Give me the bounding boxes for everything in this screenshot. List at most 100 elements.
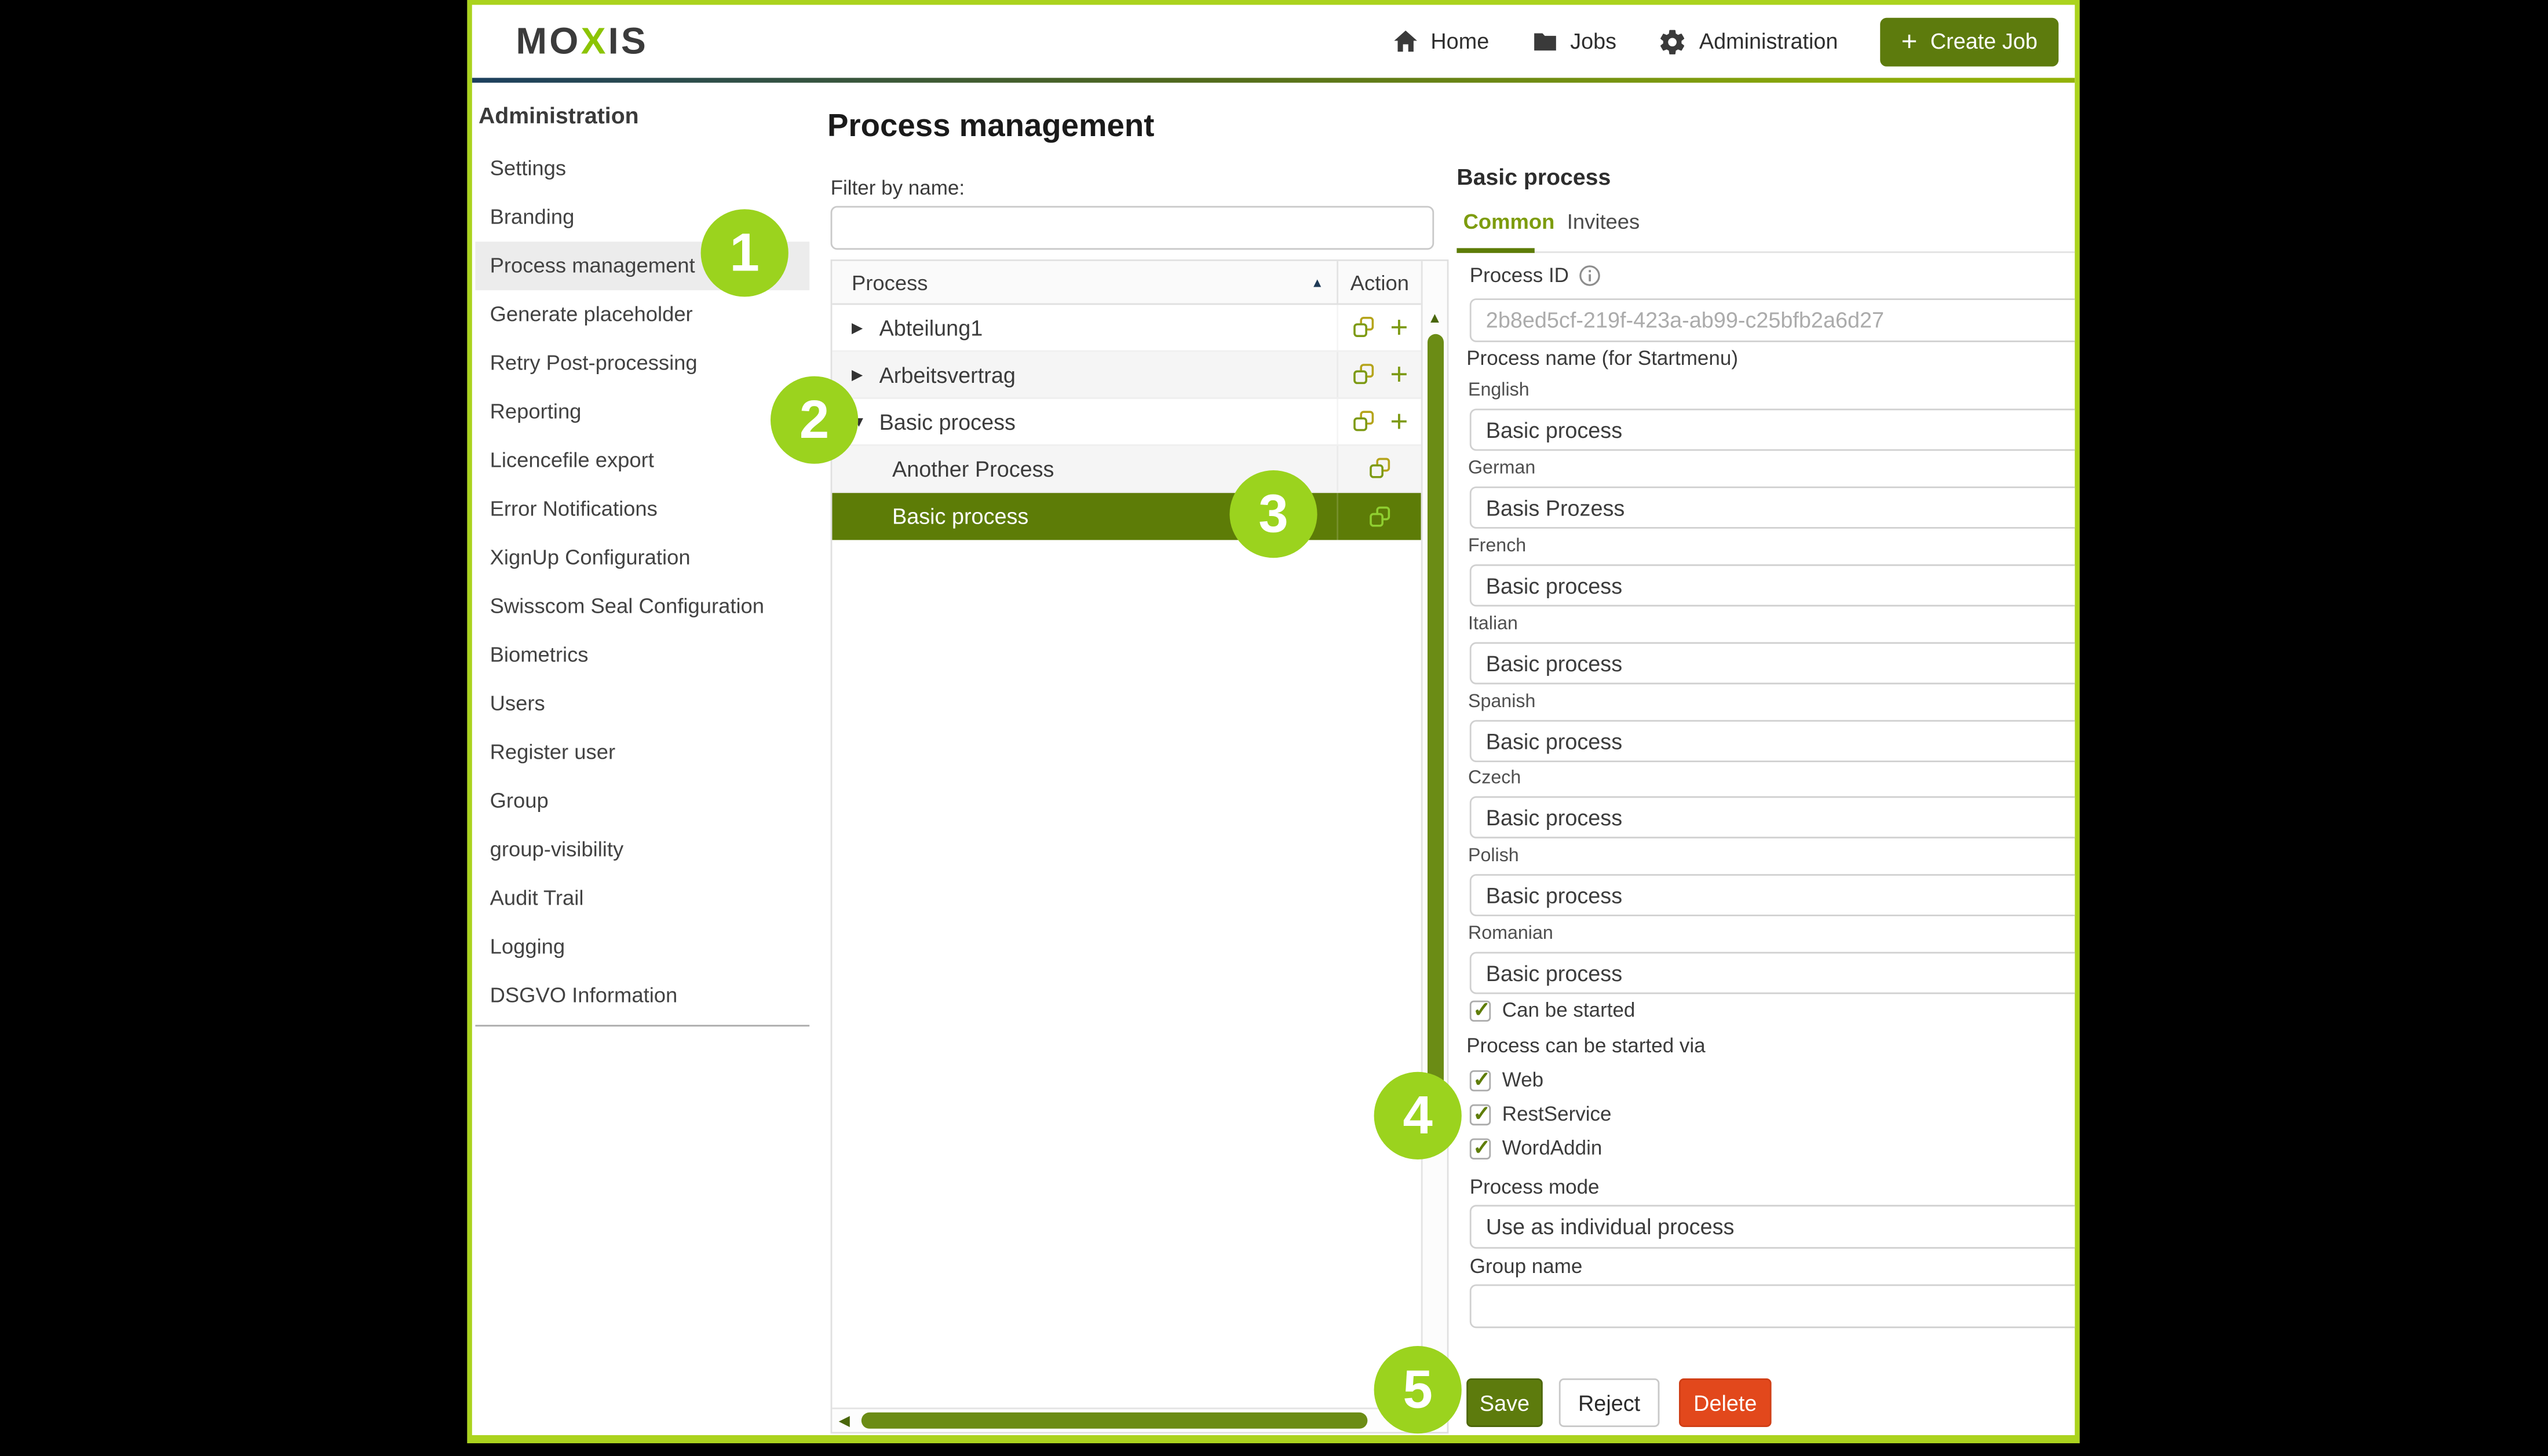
table-header: Process ▲ Action	[832, 261, 1421, 305]
copy-icon[interactable]	[1351, 409, 1377, 435]
expand-icon[interactable]: ▶	[852, 319, 868, 336]
sidebar-item-users[interactable]: Users	[475, 679, 809, 728]
nav-label-home: Home	[1430, 29, 1489, 53]
home-icon	[1392, 28, 1419, 56]
checkbox-checked-icon[interactable]: ✓	[1470, 1137, 1491, 1158]
check-icon: ✓	[1473, 1135, 1491, 1161]
column-header-process[interactable]: Process ▲	[832, 270, 1337, 294]
logo-x-glyph: X	[581, 20, 608, 62]
table-row[interactable]: ▶ Arbeitsvertrag +	[832, 352, 1421, 399]
name-input-german[interactable]	[1470, 486, 2080, 529]
checkbox-checked-icon[interactable]: ✓	[1470, 1070, 1491, 1091]
action-cell: +	[1337, 399, 1421, 444]
sidebar-item-retry-post-processing[interactable]: Retry Post-processing	[475, 339, 809, 387]
sidebar-item-audit-trail[interactable]: Audit Trail	[475, 874, 809, 923]
action-column-label: Action	[1350, 270, 1409, 294]
process-column-label: Process	[852, 270, 928, 294]
scroll-left-icon[interactable]: ◀	[839, 1413, 850, 1431]
language-label-polish: Polish	[1468, 847, 1519, 866]
add-subprocess-icon[interactable]: +	[1390, 359, 1408, 390]
name-input-spanish[interactable]	[1470, 720, 2080, 762]
name-input-polish[interactable]	[1470, 874, 2080, 916]
filter-input[interactable]	[831, 206, 1434, 250]
process-name-cell: ▶ Abteilung1	[832, 316, 1337, 340]
add-subprocess-icon[interactable]: +	[1390, 406, 1408, 437]
annotation-step-3: 3	[1229, 470, 1317, 558]
via-web-checkbox[interactable]: ✓ Web	[1470, 1069, 1543, 1091]
nav-item-jobs[interactable]: Jobs	[1531, 28, 1616, 56]
reject-button[interactable]: Reject	[1559, 1378, 1660, 1427]
language-label-romanian: Romanian	[1468, 924, 1553, 944]
process-name: Basic process	[892, 504, 1028, 529]
copy-icon[interactable]	[1351, 314, 1377, 341]
language-label-spanish: Spanish	[1468, 693, 1535, 712]
language-label-italian: Italian	[1468, 614, 1518, 634]
action-cell: +	[1337, 352, 1421, 397]
copy-icon[interactable]	[1367, 503, 1393, 529]
language-label-english: English	[1468, 381, 1529, 401]
sidebar-item-swisscom-seal-configuration[interactable]: Swisscom Seal Configuration	[475, 582, 809, 631]
add-subprocess-icon[interactable]: +	[1390, 312, 1408, 343]
sidebar-item-register-user[interactable]: Register user	[475, 728, 809, 777]
sidebar-item-reporting[interactable]: Reporting	[475, 387, 809, 436]
sidebar-item-group[interactable]: Group	[475, 777, 809, 825]
table-row[interactable]: ▼ Basic process +	[832, 399, 1421, 446]
process-name: Arbeitsvertrag	[879, 363, 1016, 387]
sidebar-item-dsgvo-information[interactable]: DSGVO Information	[475, 971, 809, 1020]
folder-icon	[1531, 28, 1559, 56]
logo-text: IS	[608, 20, 648, 62]
nav-item-administration[interactable]: Administration	[1659, 27, 1838, 56]
horizontal-scrollbar[interactable]: ◀	[832, 1407, 1421, 1432]
sidebar-item-xignup-configuration[interactable]: XignUp Configuration	[475, 533, 809, 582]
nav-menu: Home Jobs Administration + Create Job	[1392, 5, 2058, 78]
table-row[interactable]: ▶ Abteilung1 +	[832, 305, 1421, 352]
create-job-label: Create Job	[1930, 29, 2038, 53]
nav-item-home[interactable]: Home	[1392, 28, 1489, 56]
scroll-up-icon[interactable]: ▲	[1428, 310, 1442, 326]
delete-button[interactable]: Delete	[1679, 1378, 1772, 1427]
horizontal-scrollbar-thumb[interactable]	[861, 1413, 1368, 1429]
process-name: Abteilung1	[879, 316, 983, 340]
vertical-scrollbar-thumb[interactable]	[1428, 334, 1444, 1092]
checkbox-checked-icon[interactable]: ✓	[1470, 1000, 1491, 1020]
group-name-input[interactable]	[1470, 1285, 2080, 1329]
sidebar-item-error-notifications[interactable]: Error Notifications	[475, 485, 809, 533]
name-input-italian[interactable]	[1470, 642, 2080, 685]
tab-invitees[interactable]: Invitees	[1567, 209, 1640, 233]
sidebar-item-group-visibility[interactable]: group-visibility	[475, 825, 809, 874]
sidebar-item-logging[interactable]: Logging	[475, 923, 809, 971]
checkbox-checked-icon[interactable]: ✓	[1470, 1103, 1491, 1124]
create-job-button[interactable]: + Create Job	[1880, 17, 2058, 65]
sidebar-item-settings[interactable]: Settings	[475, 144, 809, 193]
name-input-french[interactable]	[1470, 564, 2080, 606]
sidebar-divider	[475, 1025, 809, 1027]
name-section-label: Process name (for Startmenu)	[1466, 347, 1738, 370]
annotation-step-1: 1	[701, 209, 789, 297]
name-input-romanian[interactable]	[1470, 952, 2080, 994]
copy-icon[interactable]	[1351, 361, 1377, 387]
process-mode-label: Process mode	[1470, 1176, 1600, 1198]
table-row[interactable]: Another Process	[832, 446, 1421, 493]
tab-divider	[1456, 251, 2075, 253]
info-icon[interactable]	[1579, 264, 1601, 287]
save-button[interactable]: Save	[1466, 1378, 1543, 1427]
annotation-step-2: 2	[771, 376, 858, 464]
process-id-label-text: Process ID	[1470, 264, 1569, 287]
check-icon: ✓	[1473, 1100, 1491, 1126]
name-input-english[interactable]	[1470, 409, 2080, 451]
process-mode-select[interactable]: Use as individual process	[1470, 1205, 2080, 1249]
via-wordaddin-label: WordAddin	[1502, 1137, 1602, 1159]
sidebar-item-licencefile-export[interactable]: Licencefile export	[475, 436, 809, 485]
sidebar-item-biometrics[interactable]: Biometrics	[475, 631, 809, 679]
via-wordaddin-checkbox[interactable]: ✓ WordAddin	[1470, 1137, 1602, 1159]
tab-common[interactable]: Common	[1463, 209, 1555, 233]
via-restservice-label: RestService	[1502, 1103, 1612, 1125]
vertical-scrollbar[interactable]: ▲	[1421, 261, 1447, 1408]
expand-icon[interactable]: ▶	[852, 365, 868, 383]
copy-icon[interactable]	[1367, 456, 1393, 482]
via-restservice-checkbox[interactable]: ✓ RestService	[1470, 1103, 1612, 1125]
name-input-czech[interactable]	[1470, 796, 2080, 839]
can-be-started-checkbox[interactable]: ✓ Can be started	[1470, 999, 1636, 1022]
sidebar-item-generate-placeholder[interactable]: Generate placeholder	[475, 290, 809, 339]
table-row-selected[interactable]: Basic process	[832, 493, 1421, 540]
